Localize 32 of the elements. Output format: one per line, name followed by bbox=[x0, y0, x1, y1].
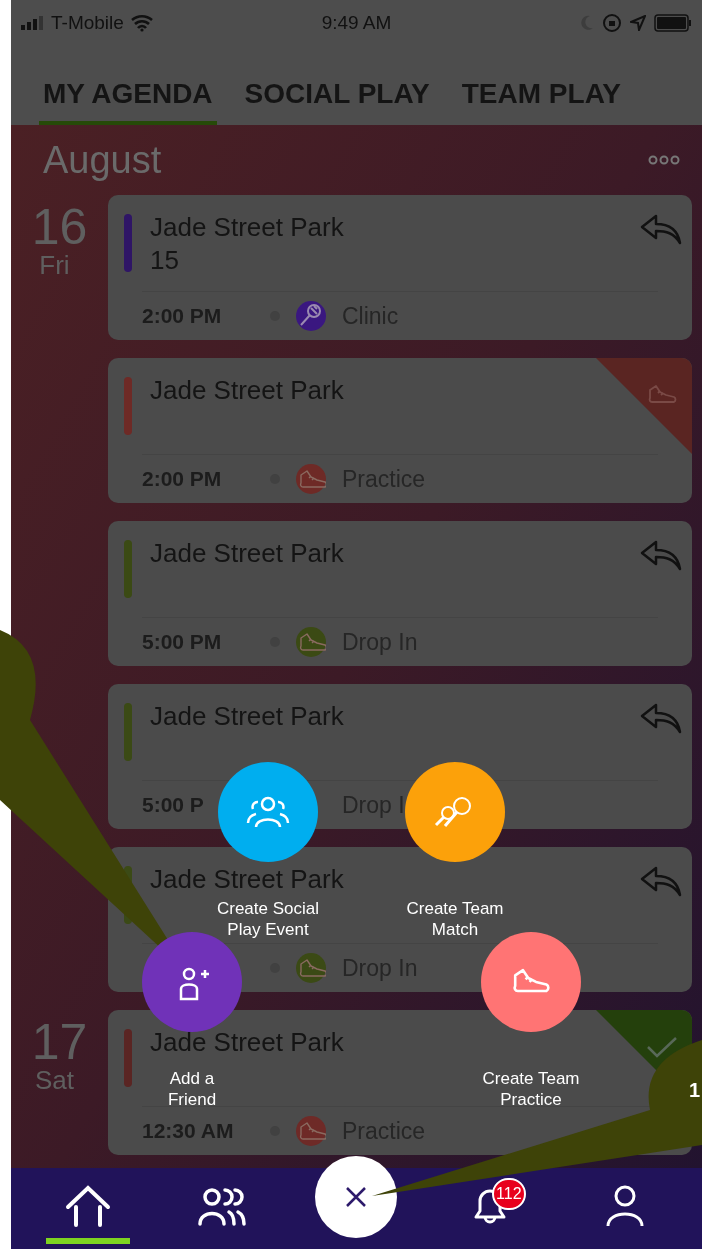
month-heading: August bbox=[43, 137, 162, 183]
carrier-name: T-Mobile bbox=[51, 10, 124, 35]
event-title: Jade Street Park bbox=[150, 537, 344, 570]
home-icon bbox=[64, 1184, 113, 1227]
groups-icon bbox=[196, 1185, 249, 1226]
callout-text: 1 bbox=[689, 1078, 701, 1102]
rotation-lock-icon bbox=[602, 13, 622, 33]
battery-icon bbox=[654, 14, 692, 32]
signal-icon bbox=[21, 16, 45, 30]
action-menu-label: Create Team Practice bbox=[481, 1068, 581, 1110]
wifi-icon bbox=[129, 14, 154, 32]
more-icon[interactable] bbox=[648, 155, 680, 165]
event-title: Jade Street Park bbox=[150, 700, 344, 733]
action-menu-label: Add a Friend bbox=[166, 1068, 218, 1110]
notification-badge: 112 bbox=[492, 1177, 526, 1210]
location-icon bbox=[630, 15, 646, 31]
event-title: Jade Street Park bbox=[150, 374, 344, 407]
clock-time: 9:49 AM bbox=[320, 10, 393, 35]
profile-icon bbox=[604, 1183, 645, 1228]
event-title: Jade Street Park bbox=[150, 863, 344, 896]
close-icon bbox=[345, 1185, 368, 1208]
check-icon bbox=[646, 1036, 678, 1058]
tab[interactable]: TEAM PLAY bbox=[457, 73, 625, 125]
day-number: 16 bbox=[31, 203, 88, 251]
weekday: Fri bbox=[39, 251, 70, 279]
event-title: Jade Street Park bbox=[150, 211, 344, 244]
tab[interactable]: SOCIAL PLAY bbox=[240, 73, 434, 125]
weekday: Sat bbox=[35, 1066, 74, 1094]
action-menu-label: Create Team Match bbox=[405, 898, 505, 940]
day-number: 17 bbox=[31, 1018, 88, 1066]
event-title: Jade Street Park bbox=[150, 1026, 344, 1059]
action-menu-label: Create Social Play Event bbox=[215, 898, 321, 940]
